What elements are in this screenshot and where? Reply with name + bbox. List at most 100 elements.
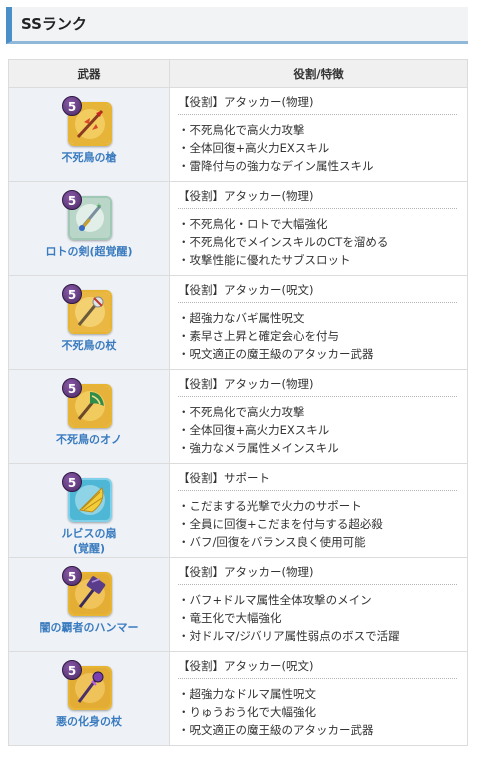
rank-five-badge: 5	[62, 378, 82, 398]
weapon-icon-link[interactable]: 5	[62, 660, 114, 712]
role-line: 【役割】アタッカー(物理)	[178, 563, 457, 581]
role-cell: 【役割】アタッカー(物理) バフ+ドルマ属性全体攻撃のメイン竜王化で大幅強化対ド…	[169, 557, 468, 652]
weapon-icon-link[interactable]: 5	[62, 472, 114, 524]
weapon-name-link[interactable]: 不死鳥のオノ	[9, 432, 169, 447]
feature-item: 不死鳥化で高火力攻撃	[178, 403, 457, 421]
feature-item: 呪文適正の魔王級のアタッカー武器	[178, 345, 457, 363]
role-value: アタッカー(呪文)	[224, 283, 314, 297]
feature-item: 雷降付与の強力なデイン属性スキル	[178, 157, 457, 175]
dotted-divider	[178, 678, 457, 679]
feature-list: 不死鳥化・ロトで大幅強化不死鳥化でメインスキルのCTを溜める攻撃性能に優れたサブ…	[178, 215, 457, 269]
feature-list: 超強力なドルマ属性呪文りゅうおう化で大幅強化呪文適正の魔王級のアタッカー武器	[178, 685, 457, 739]
feature-item: 呪文適正の魔王級のアタッカー武器	[178, 721, 457, 739]
feature-item: バフ/回復をバランス良く使用可能	[178, 533, 457, 551]
feature-item: 不死鳥化・ロトで大幅強化	[178, 215, 457, 233]
table-row-7: 5 悪の化身の杖 【役割】アタッカー(呪文) 超強力なドルマ属性呪文りゅうおう化…	[8, 651, 468, 746]
feature-item: 対ドルマ/ジバリア属性弱点のボスで活躍	[178, 627, 457, 645]
role-tag: 【役割】	[178, 189, 224, 203]
weapon-cell: 5 + ロトの剣(超覚醒)	[8, 181, 170, 276]
weapon-cell: 5 悪の化身の杖	[8, 651, 170, 746]
table-row-6: 5 闇の覇者のハンマー 【役割】アタッカー(物理) バフ+ドルマ属性全体攻撃のメ…	[8, 557, 468, 652]
role-value: サポート	[224, 471, 270, 485]
table-header-row: 武器 役割/特徴	[8, 59, 468, 88]
feature-item: 超強力なドルマ属性呪文	[178, 685, 457, 703]
section-heading: SSランク	[6, 7, 468, 44]
weapon-icon-link[interactable]: 5	[62, 284, 114, 336]
role-tag: 【役割】	[178, 377, 224, 391]
feature-item: 攻撃性能に優れたサブスロット	[178, 251, 457, 269]
feature-item: 全体回復+高火力EXスキル	[178, 421, 457, 439]
dotted-divider	[178, 584, 457, 585]
feature-item: 全体回復+高火力EXスキル	[178, 139, 457, 157]
weapon-cell: 5 闇の覇者のハンマー	[8, 557, 170, 652]
feature-list: バフ+ドルマ属性全体攻撃のメイン竜王化で大幅強化対ドルマ/ジバリア属性弱点のボス…	[178, 591, 457, 645]
role-line: 【役割】サポート	[178, 469, 457, 487]
role-cell: 【役割】アタッカー(物理) 不死鳥化で高火力攻撃全体回復+高火力EXスキル強力な…	[169, 369, 468, 464]
column-header-role: 役割/特徴	[169, 59, 468, 88]
feature-item: 不死鳥化で高火力攻撃	[178, 121, 457, 139]
weapon-name-link[interactable]: ロトの剣(超覚醒)	[9, 244, 169, 259]
role-value: アタッカー(物理)	[224, 95, 314, 109]
role-value: アタッカー(物理)	[224, 565, 314, 579]
weapon-name-link[interactable]: 闇の覇者のハンマー	[9, 620, 169, 635]
feature-item: 超強力なバギ属性呪文	[178, 309, 457, 327]
feature-item: 素早さ上昇と確定会心を付与	[178, 327, 457, 345]
svg-text:+: +	[96, 202, 102, 210]
dotted-divider	[178, 302, 457, 303]
table-row-2: 5 + ロトの剣(超覚醒) 【役割】アタッカー(物理) 不死鳥化・ロトで大幅強化…	[8, 181, 468, 276]
rank-five-badge: 5	[62, 96, 82, 116]
table-row-4: 5 不死鳥のオノ 【役割】アタッカー(物理) 不死鳥化で高火力攻撃全体回復+高火…	[8, 369, 468, 464]
weapon-name-link[interactable]: ルビスの扇 (覚醒)	[9, 526, 169, 556]
role-line: 【役割】アタッカー(物理)	[178, 375, 457, 393]
weapon-cell: 5 不死鳥の杖	[8, 275, 170, 370]
feature-item: 竜王化で大幅強化	[178, 609, 457, 627]
role-value: アタッカー(呪文)	[224, 659, 314, 673]
dotted-divider	[178, 114, 457, 115]
rank-five-badge: 5	[62, 190, 82, 210]
role-cell: 【役割】アタッカー(呪文) 超強力なドルマ属性呪文りゅうおう化で大幅強化呪文適正…	[169, 651, 468, 746]
role-line: 【役割】アタッカー(物理)	[178, 187, 457, 205]
weapon-icon-link[interactable]: 5	[62, 566, 114, 618]
table-row-3: 5 不死鳥の杖 【役割】アタッカー(呪文) 超強力なバギ属性呪文素早さ上昇と確定…	[8, 275, 468, 370]
feature-item: りゅうおう化で大幅強化	[178, 703, 457, 721]
table-row-5: 5 ルビスの扇 (覚醒) 【役割】サポート こだまする光撃で火力のサポート全員に…	[8, 463, 468, 558]
role-line: 【役割】アタッカー(物理)	[178, 93, 457, 111]
table-row-1: 5 不死鳥の槍 【役割】アタッカー(物理) 不死鳥化で高火力攻撃全体回復+高火力…	[8, 87, 468, 182]
weapon-cell: 5 不死鳥の槍	[8, 87, 170, 182]
role-cell: 【役割】アタッカー(物理) 不死鳥化で高火力攻撃全体回復+高火力EXスキル雷降付…	[169, 87, 468, 182]
column-header-weapon: 武器	[8, 59, 170, 88]
role-cell: 【役割】アタッカー(呪文) 超強力なバギ属性呪文素早さ上昇と確定会心を付与呪文適…	[169, 275, 468, 370]
weapon-name-link[interactable]: 不死鳥の槍	[9, 150, 169, 165]
feature-item: バフ+ドルマ属性全体攻撃のメイン	[178, 591, 457, 609]
role-cell: 【役割】アタッカー(物理) 不死鳥化・ロトで大幅強化不死鳥化でメインスキルのCT…	[169, 181, 468, 276]
weapon-name-link[interactable]: 悪の化身の杖	[9, 714, 169, 729]
role-value: アタッカー(物理)	[224, 377, 314, 391]
rank-five-badge: 5	[62, 284, 82, 304]
feature-item: 不死鳥化でメインスキルのCTを溜める	[178, 233, 457, 251]
role-line: 【役割】アタッカー(呪文)	[178, 657, 457, 675]
feature-list: こだまする光撃で火力のサポート全員に回復+こだまを付与する超必殺バフ/回復をバラ…	[178, 497, 457, 551]
role-tag: 【役割】	[178, 283, 224, 297]
feature-item: 全員に回復+こだまを付与する超必殺	[178, 515, 457, 533]
rank-five-badge: 5	[62, 472, 82, 492]
feature-list: 不死鳥化で高火力攻撃全体回復+高火力EXスキル雷降付与の強力なデイン属性スキル	[178, 121, 457, 175]
feature-item: 強力なメラ属性メインスキル	[178, 439, 457, 457]
dotted-divider	[178, 208, 457, 209]
rank-five-badge: 5	[62, 566, 82, 586]
role-cell: 【役割】サポート こだまする光撃で火力のサポート全員に回復+こだまを付与する超必…	[169, 463, 468, 558]
weapon-cell: 5 不死鳥のオノ	[8, 369, 170, 464]
role-value: アタッカー(物理)	[224, 189, 314, 203]
weapon-icon-link[interactable]: 5	[62, 378, 114, 430]
weapon-icon-link[interactable]: 5 +	[62, 190, 114, 242]
role-tag: 【役割】	[178, 659, 224, 673]
weapon-icon-link[interactable]: 5	[62, 96, 114, 148]
feature-item: こだまする光撃で火力のサポート	[178, 497, 457, 515]
weapon-cell: 5 ルビスの扇 (覚醒)	[8, 463, 170, 558]
weapon-rank-table: 武器 役割/特徴 5 不死鳥の槍 【役割】アタッカー(物理) 不死鳥化で高火力攻…	[8, 59, 468, 746]
rank-five-badge: 5	[62, 660, 82, 680]
feature-list: 超強力なバギ属性呪文素早さ上昇と確定会心を付与呪文適正の魔王級のアタッカー武器	[178, 309, 457, 363]
weapon-name-link[interactable]: 不死鳥の杖	[9, 338, 169, 353]
role-line: 【役割】アタッカー(呪文)	[178, 281, 457, 299]
dotted-divider	[178, 396, 457, 397]
dotted-divider	[178, 490, 457, 491]
